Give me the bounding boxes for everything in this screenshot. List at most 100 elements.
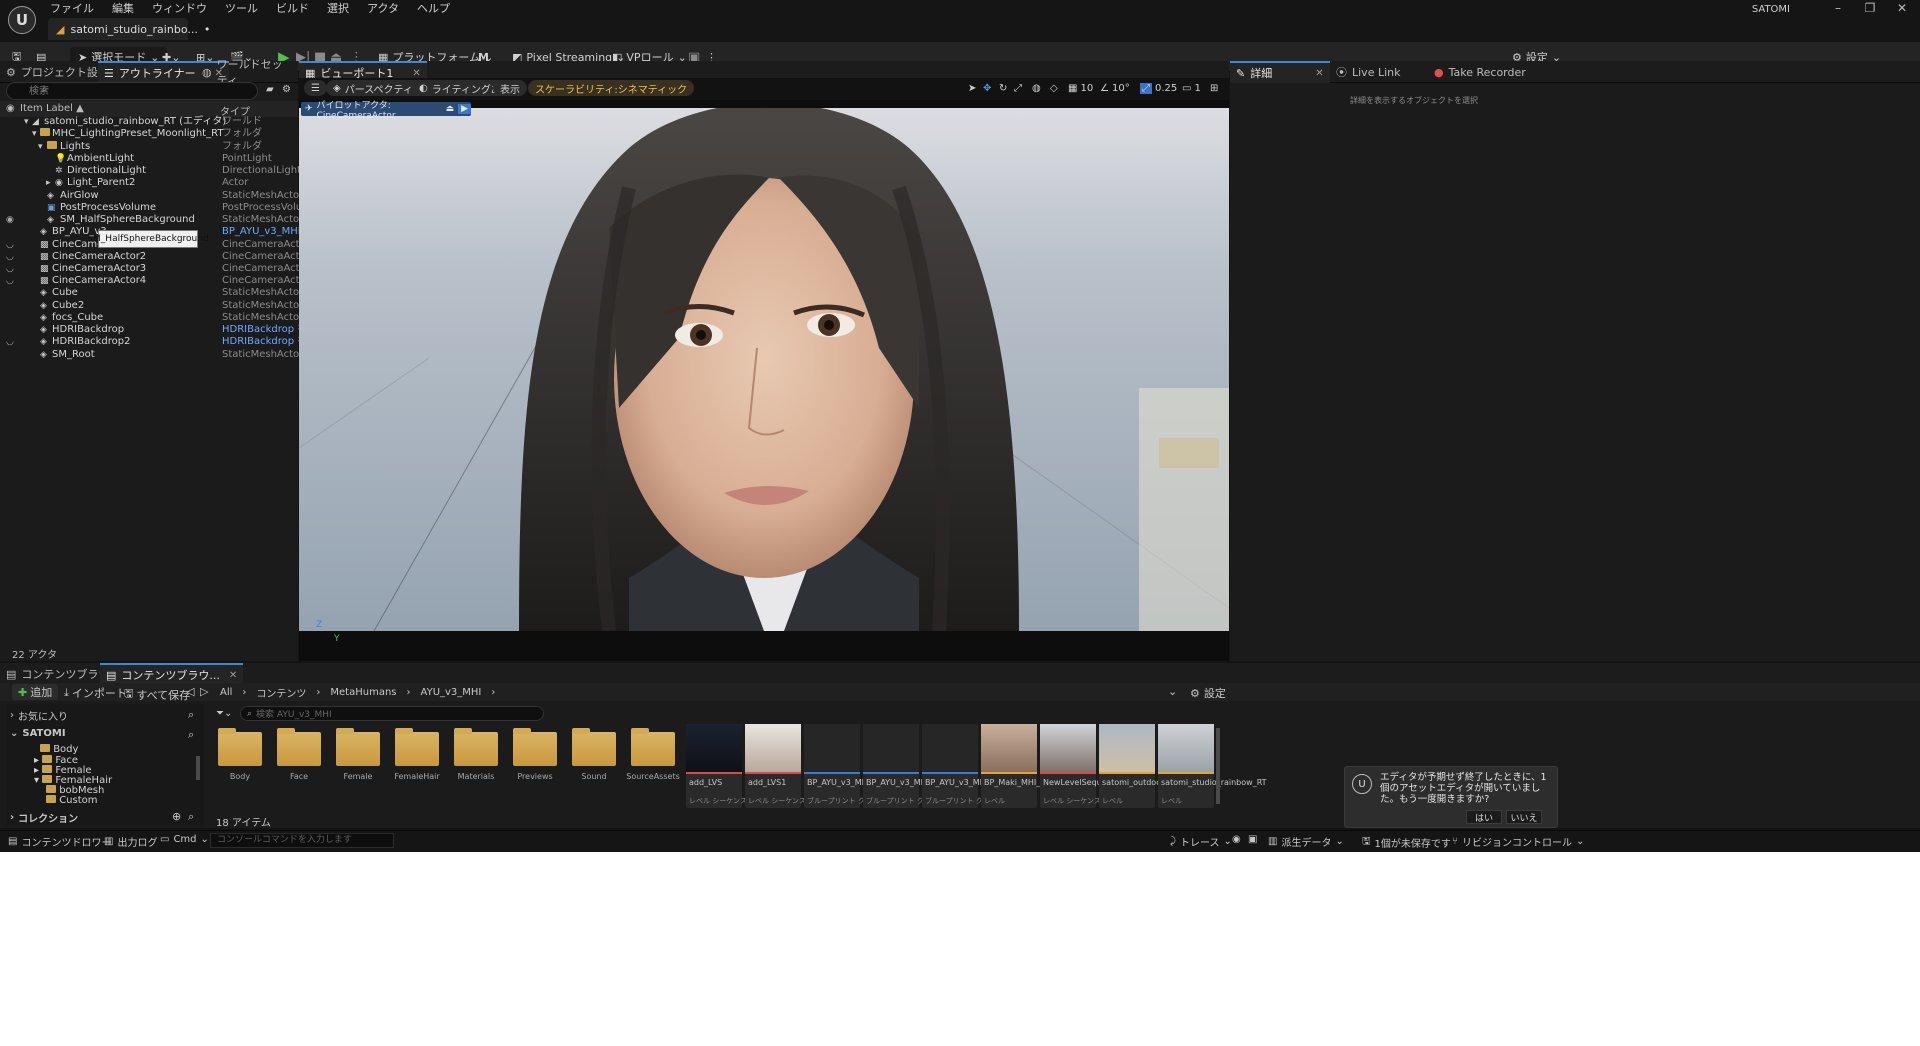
eye-closed-icon[interactable]: ◡	[6, 239, 14, 251]
asset-card[interactable]: BP_Maki_MHI_LV レベル	[981, 724, 1049, 808]
output-log-button[interactable]: ▥ 出力ログ	[104, 834, 157, 849]
yes-button[interactable]: はい	[1466, 810, 1502, 824]
forward-icon[interactable]: ▷	[200, 685, 208, 698]
minimize-icon[interactable]: –	[1822, 0, 1854, 18]
outliner-row[interactable]: ▸ ◉ Light_Parent2 Actor	[0, 177, 298, 189]
eye-icon[interactable]: ◉	[6, 103, 15, 114]
folder-asset[interactable]: Female	[330, 724, 386, 808]
record-status-icon[interactable]: ◉	[1232, 834, 1241, 845]
folder-asset[interactable]: FemaleHair	[389, 724, 445, 808]
cb-settings-button[interactable]: ⚙ 設定	[1190, 685, 1226, 701]
search-icon[interactable]: ⌕	[188, 728, 194, 742]
outliner-row[interactable]: ◡ ▩ CineCameraActor3 CineCameraActor	[0, 263, 310, 275]
grid-snap-button[interactable]: ▦ 10	[1068, 80, 1093, 96]
restore-icon[interactable]: ❐	[1854, 0, 1886, 18]
no-button[interactable]: いいえ	[1506, 810, 1542, 824]
outliner-row[interactable]: ◈ Cube StaticMeshActor	[0, 287, 303, 299]
tab-live-link[interactable]: ⦿ Live Link	[1330, 61, 1407, 83]
outliner-row[interactable]: ▾ Lights フォルダ	[0, 141, 298, 153]
close-icon[interactable]: ✕	[1886, 0, 1918, 18]
menu-window[interactable]: ウィンドウ	[152, 0, 207, 16]
asset-card[interactable]: satomi_outdoor レベル	[1099, 724, 1164, 808]
breadcrumb-item[interactable]: コンテンツ	[256, 685, 306, 700]
world-local-icon[interactable]: ◍	[1032, 80, 1041, 96]
menu-select[interactable]: 選択	[327, 0, 349, 16]
select-tool-icon[interactable]: ➤	[968, 80, 976, 96]
breadcrumb-item[interactable]: MetaHumans	[330, 687, 396, 698]
console-input[interactable]: コンソールコマンドを入力します	[210, 833, 394, 848]
tree-item[interactable]: Custom	[46, 795, 98, 806]
revision-control-button[interactable]: ⑂ リビジョンコントロール ⌄	[1452, 834, 1584, 849]
outliner-row[interactable]: ▾ MHC_LightingPreset_Moonlight_RT フォルダ	[0, 128, 298, 140]
asset-card[interactable]: add_LVS1 レベル シーケンス	[745, 724, 806, 808]
asset-search-input[interactable]: ⌕ 検索 AYU_v3_MHI	[240, 706, 544, 721]
outliner-row[interactable]: ◈ AirGlow StaticMeshActor	[0, 190, 303, 202]
asset-card[interactable]: BP_AYU_v3_MHI ブループリント ク...	[804, 724, 871, 808]
scalability-warning[interactable]: スケーラビリティ:シネマティック	[528, 80, 695, 96]
asset-card[interactable]: BP_AYU_v3_MHI_Rokoko ブループリント ク...	[863, 724, 962, 808]
tab-world-settings[interactable]: ◍ ワールドセッティ...	[196, 58, 298, 87]
outliner-row[interactable]: ◈ Cube2 StaticMeshActor	[0, 300, 303, 312]
asset-scrollbar[interactable]	[1216, 728, 1220, 804]
viewport-menu-button[interactable]: ☰	[304, 80, 327, 96]
tab-details[interactable]: ✎ 詳細 ✕	[1230, 61, 1330, 83]
menu-tools[interactable]: ツール	[225, 0, 258, 16]
angle-snap-button[interactable]: ∠ 10°	[1100, 80, 1130, 96]
translate-tool-icon[interactable]: ✥	[983, 80, 991, 96]
asset-card[interactable]: NewLevelSequence レベル シーケンス	[1040, 724, 1121, 808]
breadcrumb-item[interactable]: AYU_v3_MHI	[421, 687, 482, 698]
collections-header[interactable]: › コレクション	[10, 810, 78, 825]
favorites-header[interactable]: › お気に入り	[10, 708, 68, 723]
add-button[interactable]: ✚ 追加	[12, 684, 59, 700]
outliner-row[interactable]: ◡ ▩ CineCameraActor2 CineCameraActor	[0, 251, 310, 263]
col-item-label[interactable]: Item Label ▲	[20, 103, 84, 114]
outliner-row[interactable]: ✲ DirectionalLight DirectionalLight	[0, 165, 301, 177]
tree-scrollbar[interactable]	[196, 756, 200, 780]
outliner-row[interactable]: ◡ ▩ CineCameraActor4 CineCameraActor	[0, 275, 310, 287]
menu-file[interactable]: ファイル	[50, 0, 94, 16]
menu-build[interactable]: ビルド	[276, 0, 309, 16]
folder-asset[interactable]: SourceAssets	[625, 724, 681, 808]
level-tab[interactable]: ◢ satomi_studio_rainbo... •	[48, 18, 210, 40]
menu-actor[interactable]: アクタ	[367, 0, 399, 16]
asset-card[interactable]: satomi_studio_rainbow_RT レベル	[1158, 724, 1267, 808]
add-collection-icon[interactable]: ⊕	[172, 810, 181, 823]
camera-icon[interactable]: ▣	[1248, 834, 1257, 845]
folder-asset[interactable]: Face	[271, 724, 327, 808]
tab-content-browser-2[interactable]: ▤ コンテンツブラウ... ✕	[100, 663, 244, 685]
gear-icon[interactable]: ⚙	[282, 84, 291, 95]
eye-closed-icon[interactable]: ◡	[6, 251, 14, 263]
search-icon[interactable]: ⌕	[188, 810, 194, 824]
menu-help[interactable]: ヘルプ	[417, 0, 450, 16]
breadcrumb-item[interactable]: All	[220, 687, 232, 698]
close-icon[interactable]: ✕	[1315, 68, 1323, 79]
outliner-row[interactable]: ◈ HDRIBackdrop HDRIBackdrop を編集	[0, 324, 327, 336]
outliner-row[interactable]: 💡 AmbientLight PointLight	[0, 153, 298, 165]
content-drawer-button[interactable]: ▤ コンテンツドロワー	[8, 834, 111, 849]
cmd-dropdown[interactable]: ▭ Cmd ⌄	[160, 834, 209, 845]
trace-button[interactable]: ⤸ トレース ⌄	[1170, 834, 1232, 849]
filter-icon[interactable]: ⏷⌄	[216, 708, 232, 719]
viewport-scene[interactable]	[299, 108, 1229, 631]
camera-icon[interactable]: ▶	[458, 104, 471, 114]
outliner-row[interactable]: ▾ ◢ satomi_studio_rainbow_RT (エディタ) ワールド	[0, 116, 298, 128]
close-icon[interactable]: ✕	[412, 68, 420, 79]
show-button[interactable]: 表示	[493, 80, 527, 96]
scale-tool-icon[interactable]: ⤢	[1014, 80, 1022, 96]
eye-closed-icon[interactable]: ◡	[6, 275, 14, 287]
eye-icon[interactable]: ◉	[6, 214, 14, 226]
rotate-tool-icon[interactable]: ↻	[999, 80, 1007, 96]
outliner-row[interactable]: ◈ focs_Cube StaticMeshActor	[0, 312, 303, 324]
eye-closed-icon[interactable]: ◡	[6, 336, 14, 348]
folder-asset[interactable]: Materials	[448, 724, 504, 808]
outliner-row[interactable]: ◡ ◈ HDRIBackdrop2 HDRIBackdrop を編集	[0, 336, 327, 348]
menu-edit[interactable]: 編集	[112, 0, 134, 16]
chevron-down-icon[interactable]: ⌄	[1168, 685, 1177, 698]
root-folder-header[interactable]: ⌄ SATOMI	[10, 728, 66, 739]
eject-icon[interactable]: ⏏	[446, 104, 455, 114]
unsaved-button[interactable]: 🖫 1個が未保存です	[1362, 834, 1451, 851]
folder-asset[interactable]: Body	[212, 724, 268, 808]
derived-data-button[interactable]: ▥ 派生データ ⌄	[1268, 834, 1344, 849]
outliner-row[interactable]: ▣ PostProcessVolume PostProcessVolume	[0, 202, 318, 214]
asset-card[interactable]: add_LVS レベル シーケンス	[686, 724, 747, 808]
